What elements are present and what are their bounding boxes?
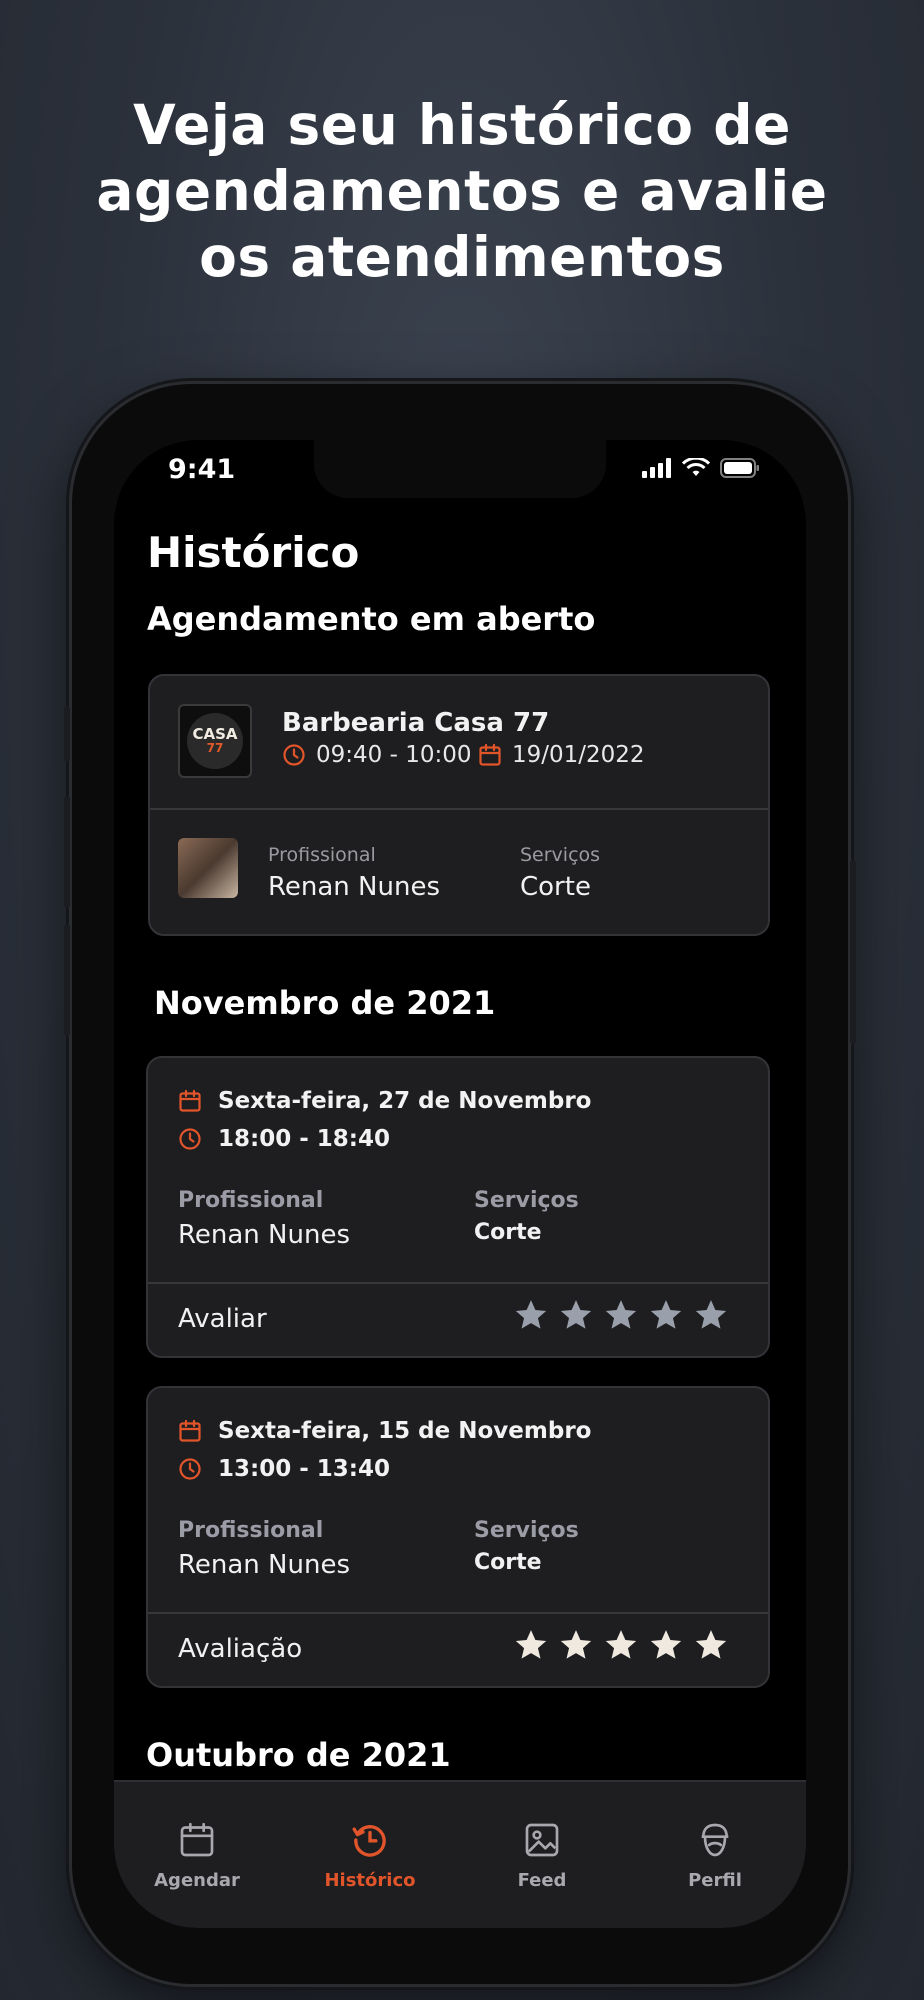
month-title-october: Outubro de 2021	[146, 1736, 451, 1774]
month-title-november: Novembro de 2021	[154, 984, 496, 1022]
services-label: Serviços	[474, 1518, 579, 1543]
star-icon	[695, 1630, 727, 1659]
appointment-time: 13:00 - 13:40	[178, 1456, 390, 1482]
appointment-time: 18:00 - 18:40	[178, 1126, 390, 1152]
star-icon	[515, 1630, 547, 1659]
rating-stars	[514, 1628, 728, 1662]
open-appointment-section-title: Agendamento em aberto	[147, 600, 596, 638]
star-icon[interactable]	[559, 1298, 593, 1332]
card-divider	[148, 1612, 768, 1614]
rating-label: Avaliação	[178, 1634, 303, 1664]
history-icon	[352, 1825, 386, 1857]
clock-icon	[179, 1458, 201, 1480]
wifi-icon	[682, 458, 710, 476]
professional-name: Renan Nunes	[268, 872, 440, 902]
cellular-signal-icon	[642, 458, 671, 478]
services-value: Corte	[520, 872, 591, 902]
status-icons	[642, 458, 760, 478]
shop-name: Barbearia Casa 77	[282, 708, 550, 738]
star-icon	[560, 1630, 592, 1659]
open-appointment-card[interactable]: CASA 77 Barbearia Casa 77 09:40 - 10:00 …	[148, 674, 770, 936]
phone-frame: 9:41 Histórico Agendamento em aberto CAS…	[64, 384, 856, 1984]
tab-bar: Agendar Histórico Feed Perfil	[114, 1780, 806, 1928]
services-label: Serviços	[474, 1188, 579, 1213]
rate-label: Avaliar	[178, 1304, 267, 1334]
volume-down-button	[64, 924, 70, 1036]
calendar-icon	[179, 1419, 201, 1442]
services-value: Corte	[474, 1550, 542, 1575]
star-icon[interactable]	[514, 1298, 548, 1332]
power-button	[850, 860, 856, 1044]
services-label: Serviços	[520, 844, 601, 866]
star-icon	[650, 1630, 682, 1659]
shop-date: 19/01/2022	[478, 742, 645, 768]
headline-line-2: agendamentos e avalie	[96, 159, 828, 223]
professional-label: Profissional	[268, 844, 376, 866]
star-icon[interactable]	[694, 1298, 728, 1332]
tab-label: Perfil	[688, 1870, 742, 1891]
headline-line-3: os atendimentos	[199, 225, 725, 289]
tab-label: Histórico	[324, 1870, 416, 1891]
notch	[314, 440, 606, 498]
tab-label: Agendar	[154, 1870, 240, 1891]
card-divider	[148, 1282, 768, 1284]
phone-screen: 9:41 Histórico Agendamento em aberto CAS…	[114, 440, 806, 1928]
history-card[interactable]: Sexta-feira, 27 de Novembro 18:00 - 18:4…	[146, 1056, 770, 1358]
professional-label: Profissional	[178, 1518, 324, 1543]
image-icon	[525, 1823, 559, 1857]
headline: Veja seu histórico de agendamentos e ava…	[0, 92, 924, 290]
tab-historico[interactable]: Histórico	[290, 1820, 450, 1891]
star-icon[interactable]	[604, 1298, 638, 1332]
battery-icon	[720, 458, 759, 478]
shop-logo-text: CASA	[192, 725, 238, 743]
professional-name: Renan Nunes	[178, 1220, 350, 1250]
tab-agendar[interactable]: Agendar	[117, 1820, 277, 1891]
star-icon	[605, 1630, 637, 1659]
shop-logo: CASA 77	[178, 704, 252, 778]
calendar-icon	[180, 1822, 214, 1857]
clock-icon	[283, 744, 305, 766]
profile-icon	[701, 1823, 729, 1857]
shop-logo-sub: 77	[206, 741, 224, 755]
shop-time: 09:40 - 10:00	[282, 742, 472, 768]
volume-up-button	[64, 796, 70, 908]
headline-line-1: Veja seu histórico de	[133, 93, 791, 157]
history-card[interactable]: Sexta-feira, 15 de Novembro 13:00 - 13:4…	[146, 1386, 770, 1688]
tab-feed[interactable]: Feed	[462, 1820, 622, 1891]
star-icon[interactable]	[649, 1298, 683, 1332]
tab-label: Feed	[517, 1870, 567, 1891]
tab-perfil[interactable]: Perfil	[635, 1820, 795, 1891]
calendar-icon	[179, 1089, 201, 1112]
professional-name: Renan Nunes	[178, 1550, 350, 1580]
status-time: 9:41	[168, 454, 236, 485]
services-value: Corte	[474, 1220, 542, 1245]
rating-stars[interactable]	[514, 1298, 728, 1332]
card-divider	[150, 808, 768, 810]
professional-label: Profissional	[178, 1188, 324, 1213]
calendar-icon	[479, 743, 501, 766]
appointment-date: Sexta-feira, 27 de Novembro	[178, 1088, 591, 1114]
mute-switch	[64, 706, 70, 762]
professional-avatar	[178, 838, 238, 898]
clock-icon	[179, 1128, 201, 1150]
page-title: Histórico	[147, 528, 360, 577]
appointment-date: Sexta-feira, 15 de Novembro	[178, 1418, 591, 1444]
